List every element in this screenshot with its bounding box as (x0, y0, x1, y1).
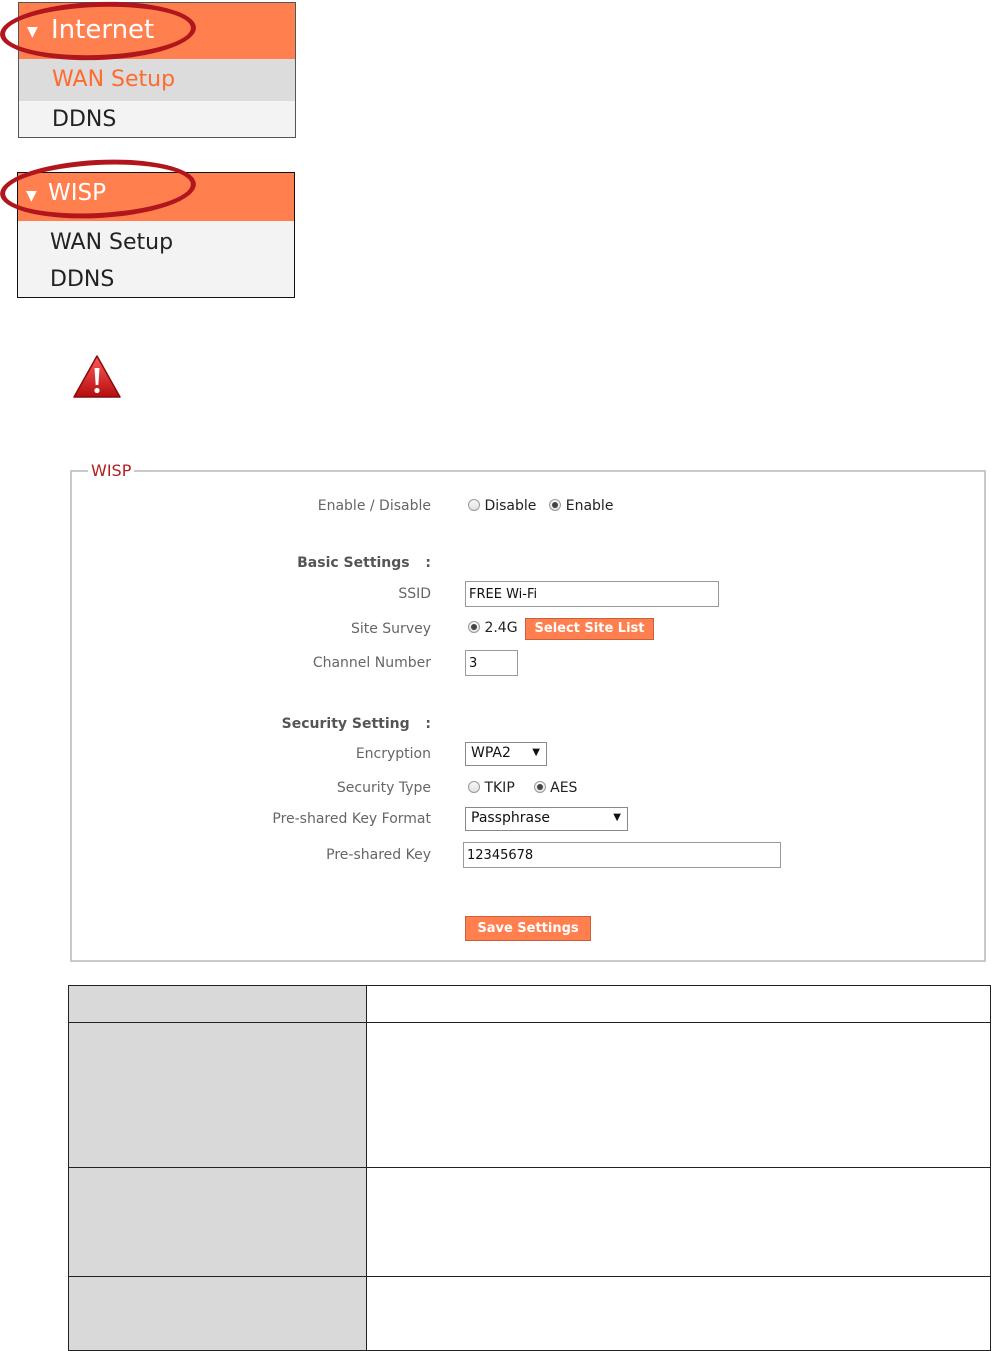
enable-disable-label: Enable / Disable (317, 498, 431, 514)
table-value-cell (366, 1167, 991, 1277)
wisp-fieldset-legend: WISP (88, 461, 135, 480)
save-settings-button[interactable]: Save Settings (465, 916, 591, 941)
radio-tkip[interactable] (468, 781, 480, 793)
basic-settings-heading: Basic Settings : (297, 555, 431, 571)
table-row (68, 1022, 991, 1168)
internet-menu-item-wan-setup[interactable]: WAN Setup (19, 59, 295, 101)
table-key-cell (68, 1022, 367, 1168)
radio-enable[interactable] (549, 499, 562, 511)
table-row (68, 1167, 991, 1277)
table-row (68, 1276, 991, 1351)
ssid-label: SSID (398, 586, 431, 602)
description-table (68, 985, 991, 1351)
wisp-menu-item-ddns[interactable]: DDNS (18, 263, 294, 297)
table-value-cell (366, 985, 991, 1023)
table-key-cell (68, 1276, 367, 1351)
psk-format-label: Pre-shared Key Format (272, 811, 431, 827)
radio-disable-label: Disable (484, 498, 537, 514)
caret-down-icon: ▼ (613, 812, 621, 823)
menu-item-label: DDNS (52, 107, 117, 132)
warning-triangle-icon (73, 355, 121, 398)
encryption-label: Encryption (355, 746, 431, 762)
security-type-group: TKIP AES (468, 780, 577, 796)
internet-menu-item-ddns[interactable]: DDNS (19, 101, 295, 137)
encryption-select[interactable]: WPA2 ▼ (465, 742, 547, 766)
table-value-cell (366, 1022, 991, 1168)
radio-2-4g-label: 2.4G (484, 620, 518, 636)
table-key-cell (68, 985, 367, 1023)
radio-aes-label: AES (550, 780, 578, 796)
radio-aes[interactable] (533, 781, 546, 793)
caret-down-icon: ▼ (532, 747, 540, 758)
wisp-menu-item-wan-setup[interactable]: WAN Setup (18, 225, 294, 261)
security-type-label: Security Type (336, 780, 431, 796)
enable-disable-group: Disable Enable (468, 498, 613, 514)
menu-item-label: WAN Setup (50, 230, 174, 255)
heading-colon: : (425, 716, 431, 732)
radio-2-4g[interactable] (468, 621, 480, 633)
menu-item-label: WAN Setup (52, 67, 176, 92)
security-setting-heading-text: Security Setting (281, 716, 410, 732)
encryption-select-value: WPA2 (471, 745, 511, 761)
radio-tkip-label: TKIP (484, 780, 515, 796)
channel-number-label: Channel Number (312, 655, 431, 671)
radio-disable[interactable] (468, 499, 480, 511)
radio-enable-label: Enable (565, 498, 614, 514)
site-survey-label: Site Survey (350, 621, 431, 637)
channel-number-input[interactable] (465, 650, 518, 676)
basic-settings-heading-text: Basic Settings (297, 555, 410, 571)
psk-input[interactable] (463, 842, 781, 868)
site-survey-band: 2.4G (468, 620, 518, 636)
psk-format-select-value: Passphrase (471, 810, 550, 826)
select-site-list-button[interactable]: Select Site List (525, 618, 654, 640)
menu-item-label: DDNS (50, 267, 115, 292)
table-key-cell (68, 1167, 367, 1277)
psk-label: Pre-shared Key (326, 847, 431, 863)
psk-format-select[interactable]: Passphrase ▼ (465, 807, 628, 831)
ssid-input[interactable] (465, 581, 719, 607)
security-setting-heading: Security Setting : (282, 716, 431, 732)
wisp-fieldset (70, 470, 986, 962)
heading-colon: : (425, 555, 431, 571)
table-value-cell (366, 1276, 991, 1351)
table-row (68, 985, 991, 1023)
